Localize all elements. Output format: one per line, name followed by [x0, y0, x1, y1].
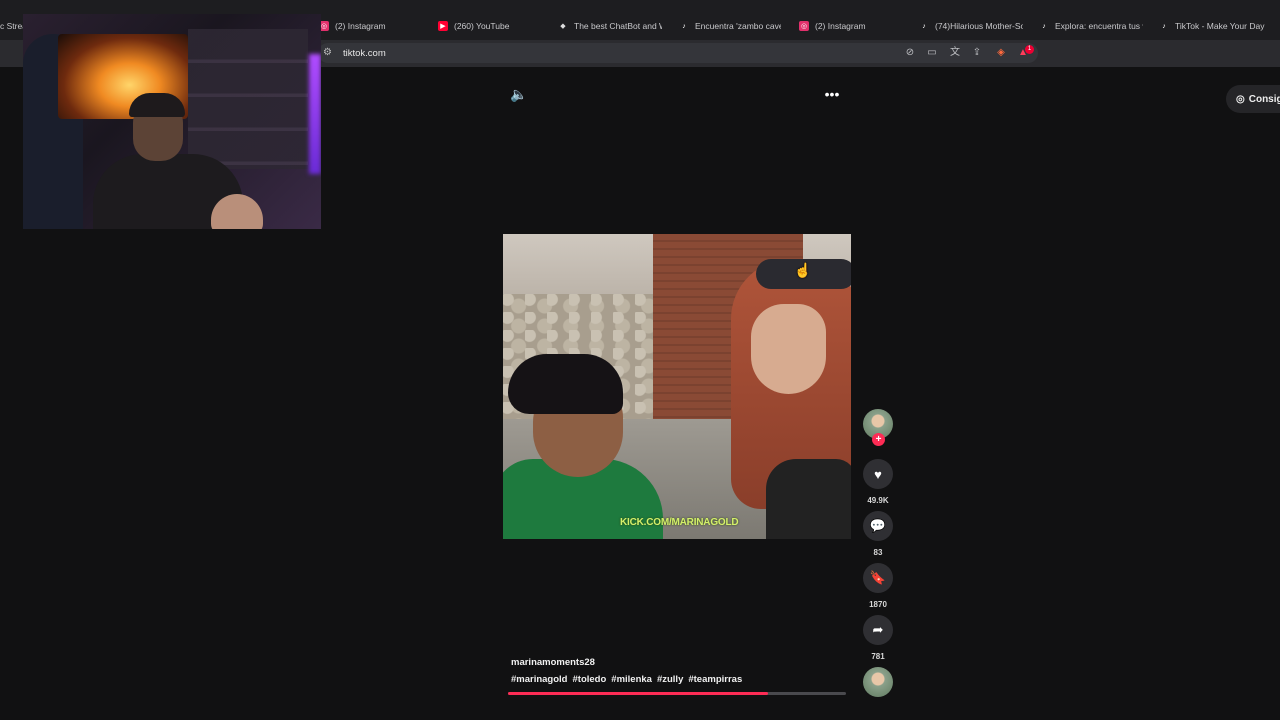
avatar[interactable]: +: [863, 409, 893, 446]
cast-icon[interactable]: ▭: [926, 47, 938, 59]
comment-icon[interactable]: 💬: [863, 511, 893, 541]
save-count: 1870: [869, 600, 887, 609]
browser-tab[interactable]: ♪ TikTok - Make Your Day: [1159, 17, 1269, 35]
site-settings-icon[interactable]: ⚙: [323, 47, 332, 58]
browser-tab[interactable]: ♪ Explora: encuentra tus v: [1039, 17, 1143, 35]
tab-label: (2) Instagram: [815, 21, 866, 31]
comment-count: 83: [873, 548, 883, 557]
share-arrow-icon[interactable]: ➦: [863, 615, 893, 645]
browser-tab[interactable]: ◎ (2) Instagram: [799, 17, 899, 35]
video-progress-bar[interactable]: [508, 692, 846, 695]
browser-tab[interactable]: ◆ The best ChatBot and W: [558, 17, 662, 35]
tab-label: (260) YouTube: [454, 21, 510, 31]
progress-fill: [508, 692, 769, 695]
mouse-cursor-icon: ☝: [794, 262, 812, 278]
youtube-icon: ▶: [438, 21, 448, 31]
share-action[interactable]: ➦ 781: [862, 615, 894, 661]
comment-action[interactable]: 💬 83: [862, 511, 894, 557]
translate-icon[interactable]: 文: [949, 47, 961, 59]
volume-icon[interactable]: 🔈: [509, 84, 529, 104]
more-options-icon[interactable]: •••: [822, 84, 842, 104]
tab-label: Explora: encuentra tus v: [1055, 21, 1143, 31]
hashtag-link[interactable]: #teampirras: [688, 674, 742, 685]
heart-icon[interactable]: ♥: [863, 459, 893, 489]
follow-button[interactable]: +: [872, 433, 885, 446]
share-icon[interactable]: ⇪: [971, 47, 983, 59]
hashtag-link[interactable]: #zully: [657, 674, 683, 685]
like-count: 49.9K: [867, 496, 889, 505]
get-coins-label: Consig: [1248, 93, 1280, 105]
hashtag-link[interactable]: #milenka: [611, 674, 652, 685]
share-count: 781: [871, 652, 885, 661]
brave-shield-icon[interactable]: ◈: [995, 47, 1007, 59]
instagram-icon: ◎: [799, 21, 809, 31]
music-disc[interactable]: [862, 667, 894, 697]
hashtag-link[interactable]: #toledo: [573, 674, 607, 685]
reader-mode-icon[interactable]: ⊘: [904, 47, 916, 59]
webcam-overlay: [23, 14, 321, 229]
extension-badge: 1: [1025, 45, 1034, 54]
tiktok-icon: ♪: [1162, 22, 1166, 30]
video-subject-girl: [731, 259, 851, 539]
coin-icon: ◎: [1236, 93, 1245, 105]
video-subject-boy: [503, 354, 663, 539]
get-coins-button[interactable]: ◎ Consig: [1226, 85, 1280, 113]
browser-tab[interactable]: ♪ Encuentra 'zambo caver: [679, 17, 781, 35]
like-action[interactable]: ♥ 49.9K: [862, 459, 894, 505]
video-player[interactable]: KICK.COM/MARINAGOLD ☝: [503, 234, 851, 539]
tiktok-icon: ♪: [1042, 22, 1046, 30]
tab-label: (2) Instagram: [335, 21, 386, 31]
post-username[interactable]: marinamoments28: [511, 657, 595, 668]
save-action[interactable]: 🔖 1870: [862, 563, 894, 609]
bookmark-icon[interactable]: 🔖: [863, 563, 893, 593]
browser-tab[interactable]: ◎ (2) Instagram: [319, 17, 419, 35]
browser-tab[interactable]: ▶ (260) YouTube: [438, 17, 538, 35]
chatbot-icon: ◆: [560, 23, 566, 30]
tiktok-icon: ♪: [682, 22, 686, 30]
browser-tab[interactable]: ♪ (74)Hilarious Mother-So: [919, 17, 1023, 35]
hashtag-list: #marinagold #toledo #milenka #zully #tea…: [511, 674, 742, 685]
url-text[interactable]: tiktok.com: [343, 48, 386, 59]
tab-label: (74)Hilarious Mother-So: [935, 21, 1023, 31]
hashtag-link[interactable]: #marinagold: [511, 674, 568, 685]
creator-avatar[interactable]: +: [862, 409, 894, 446]
music-disc-icon[interactable]: [863, 667, 893, 697]
tab-label: TikTok - Make Your Day: [1175, 21, 1265, 31]
tab-label: The best ChatBot and W: [574, 21, 662, 31]
tab-label: Encuentra 'zambo caver: [695, 21, 781, 31]
neon-light: [309, 54, 321, 174]
tiktok-icon: ♪: [922, 22, 926, 30]
streamer: [93, 93, 263, 229]
video-watermark: KICK.COM/MARINAGOLD: [620, 517, 739, 528]
